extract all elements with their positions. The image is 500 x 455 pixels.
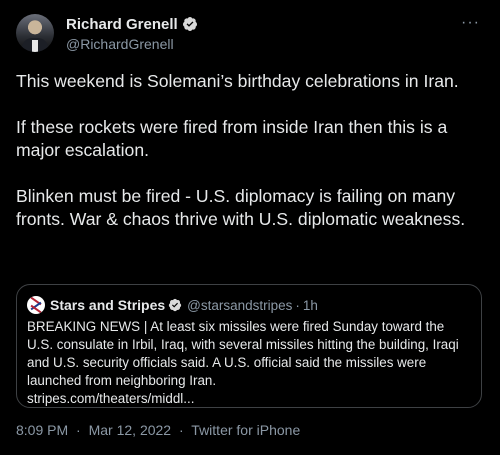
- quoted-author-name: Stars and Stripes: [50, 297, 166, 313]
- quoted-tweet-text: BREAKING NEWS | At least six missiles we…: [27, 318, 473, 408]
- meta-separator: ·: [76, 422, 81, 438]
- quoted-text-body: BREAKING NEWS | At least six missiles we…: [27, 319, 459, 388]
- tweet-paragraph: If these rockets were fired from inside …: [16, 117, 448, 160]
- quoted-link[interactable]: stripes.com/theaters/middl...: [27, 390, 473, 408]
- quoted-author-handle: @starsandstripes: [187, 297, 293, 313]
- author-block: Richard Grenell @RichardGrenell: [66, 15, 198, 52]
- avatar-shirt: [32, 40, 38, 52]
- quoted-separator: ·: [295, 297, 300, 313]
- quoted-timestamp: 1h: [302, 297, 318, 313]
- tweet-date[interactable]: Mar 12, 2022: [89, 422, 172, 438]
- tweet-paragraph: Blinken must be fired - U.S. diplomacy i…: [16, 186, 466, 229]
- quoted-tweet-header: Stars and Stripes @starsandstripes · 1h: [27, 296, 318, 314]
- tweet-paragraph: This weekend is Solemani’s birthday cele…: [16, 71, 459, 91]
- stars-and-stripes-logo-icon: [27, 296, 45, 314]
- author-name-row: Richard Grenell: [66, 15, 198, 33]
- tweet-meta: 8:09 PM · Mar 12, 2022 · Twitter for iPh…: [16, 422, 304, 438]
- more-options-icon[interactable]: ···: [461, 14, 480, 32]
- tweet-source[interactable]: Twitter for iPhone: [191, 422, 300, 438]
- meta-separator: ·: [178, 422, 184, 438]
- tweet-time[interactable]: 8:09 PM: [16, 422, 68, 438]
- tweet-card: Richard Grenell @RichardGrenell ··· This…: [0, 0, 500, 455]
- author-name[interactable]: Richard Grenell: [66, 16, 178, 33]
- author-handle[interactable]: @RichardGrenell: [66, 36, 198, 52]
- verified-badge-icon: [182, 17, 197, 31]
- author-avatar[interactable]: [16, 14, 54, 52]
- quoted-tweet[interactable]: Stars and Stripes @starsandstripes · 1h …: [16, 284, 482, 408]
- quoted-verified-badge-icon: [169, 298, 182, 312]
- tweet-text: This weekend is Solemani’s birthday cele…: [16, 70, 486, 254]
